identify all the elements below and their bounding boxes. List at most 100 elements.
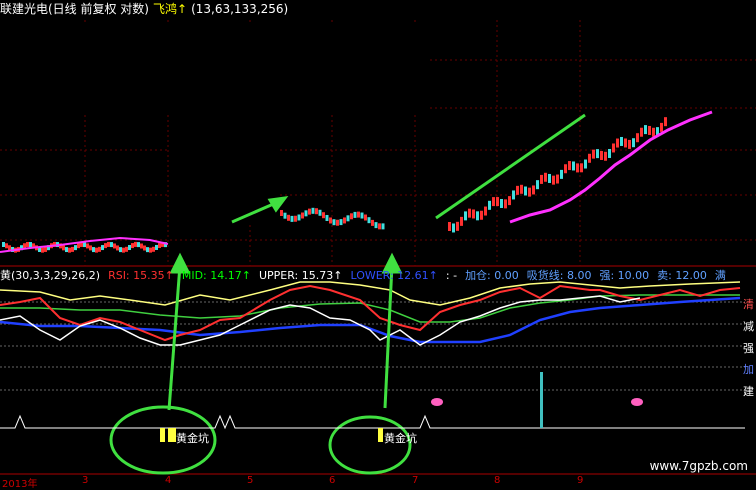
candle <box>504 199 507 209</box>
candle <box>128 245 131 251</box>
candle <box>336 219 339 226</box>
candle <box>86 243 89 249</box>
candle <box>452 223 455 233</box>
golden-pit-label: 黄金坑 <box>176 432 209 445</box>
candle <box>540 174 543 184</box>
x-tick: 5 <box>247 475 254 486</box>
candle <box>644 125 647 135</box>
candle <box>480 210 483 220</box>
right-label: 强 <box>743 342 754 355</box>
right-label: 减 <box>743 320 754 333</box>
candle <box>378 223 381 230</box>
candle <box>104 243 107 249</box>
candle <box>524 186 527 196</box>
diamond-marker <box>431 398 643 406</box>
candle <box>512 190 515 200</box>
candle <box>572 161 575 171</box>
right-label: 加 <box>743 363 754 376</box>
candle <box>592 149 595 159</box>
candle <box>155 244 158 250</box>
candle <box>301 212 304 219</box>
candle <box>308 208 311 215</box>
candle <box>564 164 567 174</box>
candle <box>484 206 487 216</box>
tail-value: 满 <box>714 269 726 282</box>
lower-value: LOWER: 12.61↑ <box>350 269 438 282</box>
candle <box>325 214 329 221</box>
x-tick: 2013年 <box>2 479 38 490</box>
candle <box>508 196 511 206</box>
candle <box>149 247 152 253</box>
mai-value: 卖: 12.00 <box>657 269 707 282</box>
jiacang-value: 加仓: 0.00 <box>465 269 519 282</box>
candle <box>371 219 374 226</box>
x-tick: 7 <box>412 475 419 486</box>
extra-value: : - <box>445 269 458 282</box>
candle <box>146 247 149 253</box>
candle <box>496 197 499 207</box>
candle <box>92 247 95 253</box>
candle <box>95 247 98 253</box>
x-tick: 4 <box>165 475 172 486</box>
x-tick: 6 <box>329 475 336 486</box>
indicator-name: 黄(30,3,3,29,26,2) <box>0 269 101 282</box>
candle <box>576 163 579 173</box>
x-tick: 3 <box>82 475 89 486</box>
candle <box>134 241 137 247</box>
candle <box>536 180 539 190</box>
candle <box>560 169 563 179</box>
candle <box>143 245 146 251</box>
watermark: www.7gpzb.com <box>649 459 748 473</box>
candle <box>41 247 44 253</box>
candle <box>62 245 65 251</box>
candle <box>329 217 332 224</box>
candle <box>628 139 631 149</box>
candle <box>568 161 571 171</box>
right-label: 建 <box>743 385 754 398</box>
candle <box>101 245 104 251</box>
candle <box>287 214 290 221</box>
candle <box>544 172 547 182</box>
candle <box>456 221 459 231</box>
candle <box>580 163 583 173</box>
candle <box>113 243 116 249</box>
candle <box>360 212 364 219</box>
candle <box>125 246 128 252</box>
candle <box>464 211 467 221</box>
stock-title: 联建光电(日线 前复权 对数) <box>0 2 149 16</box>
candle <box>460 216 463 226</box>
candle <box>640 127 643 137</box>
candle <box>318 209 322 216</box>
candle <box>297 214 301 221</box>
candle <box>492 197 495 207</box>
candle <box>357 211 360 218</box>
mask <box>0 22 430 112</box>
indicator-params: (13,63,133,256) <box>191 2 289 16</box>
candle <box>364 214 367 221</box>
candle <box>65 247 68 253</box>
candle <box>68 247 71 253</box>
candle <box>119 247 122 253</box>
indicator-grid <box>0 301 745 391</box>
candle <box>448 222 451 231</box>
rsi-line <box>0 284 741 342</box>
qiang-value: 强: 10.00 <box>599 269 650 282</box>
candle <box>322 212 325 219</box>
candle <box>608 148 611 158</box>
candle <box>2 242 5 247</box>
candle <box>122 247 125 253</box>
x-tick: 8 <box>494 475 501 486</box>
candle <box>476 211 479 221</box>
candle <box>74 245 77 251</box>
title-bar: 联建光电(日线 前复权 对数) 飞鸿↑ (13,63,133,256) <box>0 0 292 18</box>
candle <box>532 185 535 195</box>
candle <box>131 243 134 249</box>
candle <box>624 138 627 148</box>
xihuo-value: 吸货线: 8.00 <box>526 269 592 282</box>
candle <box>116 245 119 251</box>
candle <box>528 187 531 197</box>
rsi-value: RSI: 15.35↑ <box>108 269 174 282</box>
candle <box>23 243 26 249</box>
candle <box>556 174 559 184</box>
candle <box>29 242 32 248</box>
